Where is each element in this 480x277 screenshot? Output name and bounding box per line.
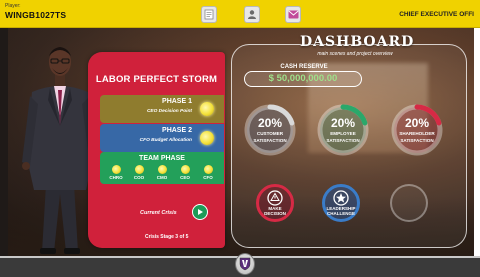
shareholder-satisfaction-gauge[interactable]: 20% SHAREHOLDER SATISFACTION (390, 103, 444, 157)
player-label: Player: (5, 3, 21, 9)
team-member-label: CEO (180, 175, 190, 180)
team-member-label: CHRO (109, 175, 123, 180)
gauge-label: SATISFACTION (253, 137, 287, 143)
team-member: CFO (198, 165, 218, 180)
team-member: CHRO (106, 165, 126, 180)
leadership-challenge-label: LEADERSHIP CHALLENGE (321, 206, 361, 216)
dashboard-subtitle: main scenes and project overview (317, 51, 393, 57)
gauge-value: 20% (330, 116, 356, 130)
gauge-label: EMPLOYEE (330, 131, 356, 136)
gauge-label: SATISFACTION (400, 137, 434, 143)
company-crest-button[interactable] (235, 253, 255, 275)
phase-1-subtitle: CEO Decision Point (146, 109, 192, 114)
crisis-stage: Crisis Stage 3 of 5 (145, 234, 189, 240)
current-crisis-play-button[interactable] (192, 204, 208, 220)
phase-1-card[interactable]: PHASE 1 CEO Decision Point (100, 95, 224, 123)
notes-button[interactable] (201, 6, 217, 23)
mail-icon (288, 10, 298, 19)
gauge-value: 20% (404, 116, 430, 130)
team-member-light (134, 165, 144, 174)
team-member-label: COO (133, 175, 145, 180)
team-member: COO (129, 165, 149, 180)
play-icon (198, 209, 203, 215)
gauge-label: SATISFACTION (326, 137, 360, 143)
team-phase-title: TEAM PHASE (139, 155, 185, 162)
notes-icon (204, 9, 214, 20)
cash-reserve-value: $ 50,000,000.00 (244, 71, 362, 87)
phase-2-subtitle: CFO Budget Allocation (139, 138, 192, 143)
phase-1-status-light (200, 102, 214, 116)
mail-button[interactable] (285, 6, 301, 23)
crest-icon (239, 257, 251, 271)
current-crisis-label: Current Crisis (140, 210, 177, 216)
cash-reserve-label: CASH RESERVE (280, 64, 328, 70)
make-decision-button[interactable] (256, 184, 294, 222)
dashboard-title: DASHBOARD (300, 34, 415, 50)
gauge-value: 20% (257, 116, 283, 130)
team-member: CEO (175, 165, 195, 180)
team-member-light (157, 165, 167, 174)
top-bar: Player: WINGB1027TS CHIEF EXECUTIVE OFFI (0, 0, 480, 28)
profile-button[interactable] (244, 6, 260, 23)
team-member: CMO (152, 165, 172, 180)
game-screen: Player: WINGB1027TS CHIEF EXECUTIVE OFFI (0, 0, 480, 277)
gauge-label: SHAREHOLDER (399, 131, 435, 136)
team-member-light (180, 165, 190, 174)
team-member-label: CFO (203, 175, 213, 180)
player-role: CHIEF EXECUTIVE OFFI (399, 11, 474, 18)
empty-action-slot (390, 184, 428, 222)
phase-2-status-light (200, 131, 214, 145)
team-members: CHRO COO CMO CEO CFO (106, 165, 218, 180)
left-border (0, 28, 8, 256)
team-member-label: CMO (156, 175, 168, 180)
team-phase-card[interactable]: TEAM PHASE CHRO COO CMO CEO CFO (100, 152, 224, 184)
action-label-line: CHALLENGE (327, 211, 355, 216)
employee-satisfaction-gauge[interactable]: 20% EMPLOYEE SATISFACTION (316, 103, 370, 157)
team-member-light (111, 165, 121, 174)
action-label-line: DECISION (264, 211, 286, 216)
player-id: WINGB1027TS (5, 10, 67, 20)
crisis-title: LABOR PERFECT STORM (95, 74, 218, 85)
leadership-challenge-button[interactable] (322, 184, 360, 222)
phase-2-title: PHASE 2 (162, 127, 192, 134)
profile-icon (248, 10, 256, 19)
phase-1-title: PHASE 1 (162, 98, 192, 105)
phase-2-card[interactable]: PHASE 2 CFO Budget Allocation (100, 124, 224, 152)
make-decision-label: MAKE DECISION (255, 206, 295, 216)
gauge-label: CUSTOMER (256, 131, 284, 136)
customer-satisfaction-gauge[interactable]: 20% CUSTOMER SATISFACTION (243, 103, 297, 157)
team-member-light (203, 165, 213, 174)
